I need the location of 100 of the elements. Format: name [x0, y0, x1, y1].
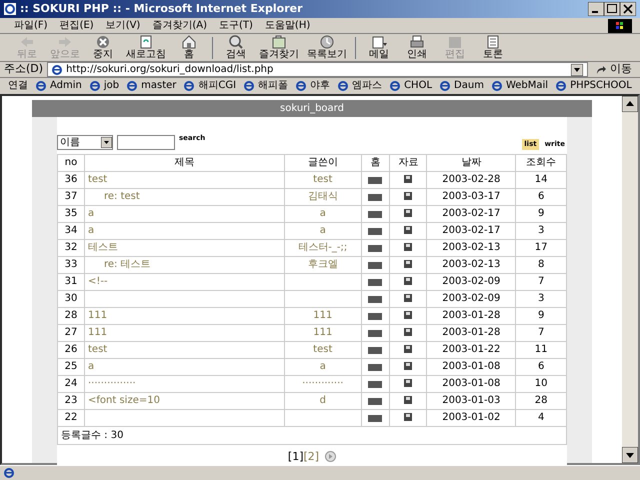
post-title[interactable]: <font size=10 — [84, 392, 284, 409]
post-date: 2003-01-28 — [426, 307, 516, 324]
toolbar-button[interactable]: 인쇄 — [398, 34, 436, 61]
stop-icon — [95, 35, 111, 49]
link-item[interactable]: PHPSCHOOL — [552, 78, 636, 94]
post-title[interactable]: <!-- — [84, 273, 284, 290]
url-icon[interactable] — [368, 245, 382, 252]
url-icon[interactable] — [368, 313, 382, 320]
board-title: sokuri_board — [32, 100, 592, 117]
minimize-icon[interactable] — [588, 2, 604, 16]
url-icon[interactable] — [368, 347, 382, 354]
post-title[interactable]: a — [84, 205, 284, 222]
scrollbar[interactable] — [622, 96, 638, 463]
url-icon[interactable] — [368, 262, 382, 269]
view-count: 3 — [516, 290, 566, 307]
folder-icon — [271, 35, 287, 49]
search-input[interactable] — [117, 134, 175, 150]
post-author: 111 — [284, 307, 362, 324]
next-page-icon[interactable] — [325, 451, 336, 462]
view-count: 17 — [516, 239, 566, 256]
address-field[interactable]: http://sokuri.org/sokuri_download/list.php — [47, 62, 588, 77]
scroll-down-icon[interactable] — [622, 447, 638, 463]
url-icon[interactable] — [368, 211, 382, 218]
menu-item[interactable]: 도움말(H) — [258, 18, 316, 34]
toolbar-button[interactable]: 검색 — [217, 34, 255, 61]
toolbar-button[interactable]: 홈 — [170, 34, 208, 61]
post-title[interactable]: test — [84, 341, 284, 358]
row-number: 31 — [58, 273, 84, 290]
post-title[interactable]: a — [84, 358, 284, 375]
post-title[interactable]: a — [84, 222, 284, 239]
close-icon[interactable] — [620, 2, 636, 16]
post-date: 2003-02-09 — [426, 290, 516, 307]
address-label: 주소(D) — [4, 61, 44, 78]
view-count: 4 — [516, 409, 566, 426]
url-icon[interactable] — [368, 381, 382, 388]
link-item[interactable]: 야후 — [292, 78, 334, 94]
url-icon[interactable] — [368, 415, 382, 422]
row-number: 34 — [58, 222, 84, 239]
link-item[interactable]: 해피CGI — [180, 78, 240, 94]
view-count: 9 — [516, 307, 566, 324]
post-date: 2003-02-17 — [426, 205, 516, 222]
row-number: 36 — [58, 171, 84, 188]
url-icon[interactable] — [368, 398, 382, 405]
url-icon[interactable] — [368, 177, 382, 184]
view-count: 10 — [516, 375, 566, 392]
search-field-select[interactable]: 이름 — [57, 134, 113, 150]
view-count: 3 — [516, 222, 566, 239]
link-item[interactable]: WebMail — [488, 78, 552, 94]
url-icon[interactable] — [368, 228, 382, 235]
row-number: 25 — [58, 358, 84, 375]
menu-item[interactable]: 즐겨찾기(A) — [146, 18, 213, 34]
link-item[interactable]: 엠파스 — [334, 78, 386, 94]
view-count: 7 — [516, 273, 566, 290]
post-title[interactable]: test — [84, 171, 284, 188]
post-author: a — [284, 222, 362, 239]
toolbar-button[interactable]: 즐겨찾기 — [255, 34, 303, 61]
url-icon[interactable] — [368, 330, 382, 337]
clock-icon — [319, 35, 335, 49]
scroll-up-icon[interactable] — [622, 96, 638, 112]
menu-item[interactable]: 보기(V) — [100, 18, 146, 34]
post-date: 2003-02-13 — [426, 256, 516, 273]
post-title[interactable]: 111 — [84, 307, 284, 324]
post-date: 2003-03-17 — [426, 188, 516, 205]
post-title[interactable]: 테스트 — [84, 239, 284, 256]
link-item[interactable]: master — [123, 78, 180, 94]
page-link[interactable]: [2] — [304, 448, 320, 465]
windows-logo-icon — [608, 18, 632, 32]
menu-item[interactable]: 파일(F) — [8, 18, 54, 34]
url-icon[interactable] — [368, 296, 382, 303]
toolbar-button[interactable]: 목록보기 — [303, 34, 351, 61]
page-icon — [36, 81, 46, 91]
post-title[interactable]: re: test — [84, 188, 284, 205]
menu-item[interactable]: 편집(E) — [54, 18, 100, 34]
menu-item[interactable]: 도구(T) — [213, 18, 259, 34]
post-count: 등록글수 : 30 — [58, 426, 566, 444]
page-link[interactable]: [1] — [288, 448, 304, 465]
go-button[interactable]: 이동 — [596, 61, 632, 78]
post-author: test — [284, 171, 362, 188]
toolbar-button[interactable]: 중지 — [84, 34, 122, 61]
link-item[interactable]: 해피폴 — [240, 78, 292, 94]
post-author: a — [284, 205, 362, 222]
link-item[interactable]: CHOL — [386, 78, 436, 94]
post-title[interactable]: ··············· — [84, 375, 284, 392]
link-item[interactable]: Admin — [32, 78, 86, 94]
toolbar-button[interactable]: 토론 — [474, 34, 512, 61]
toolbar-button[interactable]: 새로고침 — [122, 34, 170, 61]
url-icon[interactable] — [368, 364, 382, 371]
link-item[interactable]: job — [86, 78, 124, 94]
post-author: 테스터-_-;; — [284, 239, 362, 256]
column-header: 제목 — [84, 154, 284, 171]
maximize-icon[interactable] — [604, 2, 620, 16]
dropdown-arrow-icon[interactable] — [571, 64, 583, 76]
post-title[interactable]: 111 — [84, 324, 284, 341]
row-number: 35 — [58, 205, 84, 222]
link-item[interactable]: Daum — [436, 78, 488, 94]
post-title[interactable]: re: 테스트 — [84, 256, 284, 273]
url-icon[interactable] — [368, 194, 382, 201]
url-icon[interactable] — [368, 279, 382, 286]
toolbar-button[interactable]: 메일 — [360, 34, 398, 61]
view-count: 8 — [516, 256, 566, 273]
